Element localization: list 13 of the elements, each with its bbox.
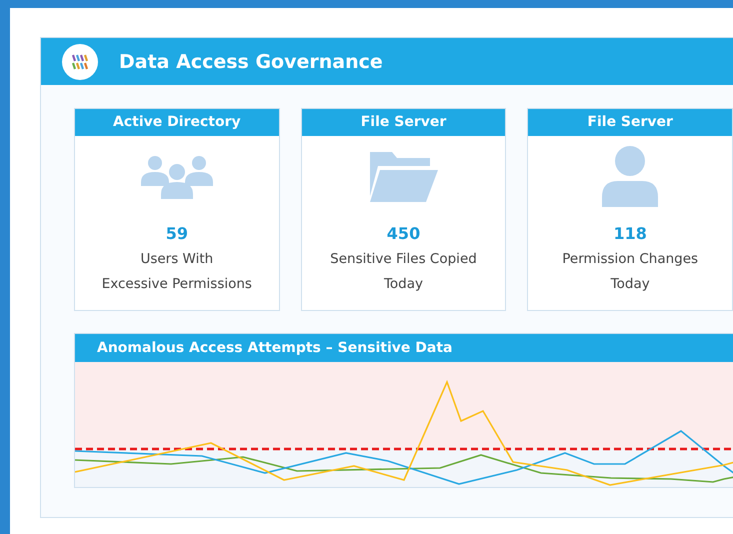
stat-label: Users With Excessive Permissions xyxy=(102,250,252,294)
stat-value: 59 xyxy=(166,224,188,243)
card-title: File Server xyxy=(528,109,732,136)
logo-icon xyxy=(62,44,98,80)
stat-label: Permission Changes Today xyxy=(562,250,698,294)
dashboard-title: Data Access Governance xyxy=(119,50,383,72)
stat-value: 118 xyxy=(613,224,647,243)
card-title: Active Directory xyxy=(75,109,279,136)
stat-value: 450 xyxy=(386,224,420,243)
user-icon xyxy=(600,145,660,207)
card-title: File Server xyxy=(302,109,506,136)
chart-title: Anomalous Access Attempts – Sensitive Data xyxy=(75,334,733,362)
stat-label: Sensitive Files Copied Today xyxy=(330,250,477,294)
